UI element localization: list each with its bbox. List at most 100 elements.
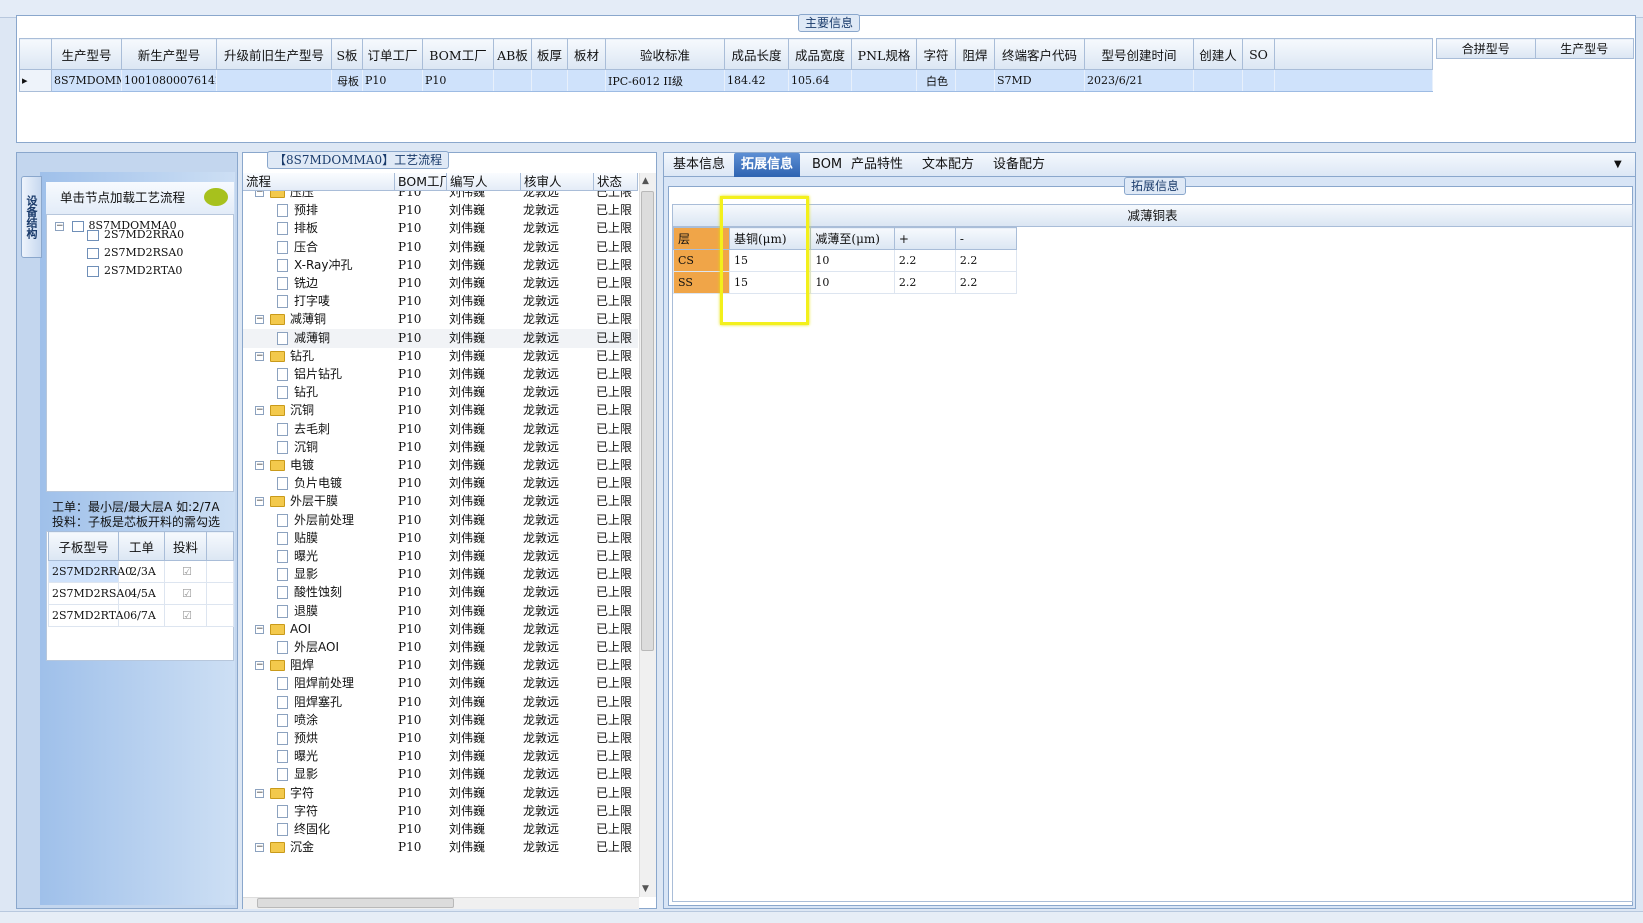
process-name-cell[interactable]: 曝光 [277, 547, 395, 566]
merge-column-header[interactable]: 生产型号 [1534, 38, 1634, 59]
table-cell[interactable] [567, 69, 606, 92]
process-row[interactable]: 打字唛 P10 刘伟巍 龙敦远 已上限 [243, 292, 638, 311]
process-status-cell[interactable]: 已上限 [596, 802, 636, 821]
process-row[interactable]: − 外层干膜 P10 刘伟巍 龙敦远 已上限 [243, 492, 638, 511]
feed-checkbox[interactable]: ☑ [164, 560, 207, 583]
process-row[interactable]: 沉铜 P10 刘伟巍 龙敦远 已上限 [243, 438, 638, 457]
collapse-icon[interactable]: − [255, 461, 264, 470]
process-writer-cell[interactable]: 刘伟巍 [449, 292, 521, 311]
process-row[interactable]: 曝光 P10 刘伟巍 龙敦远 已上限 [243, 747, 638, 766]
process-writer-cell[interactable]: 刘伟巍 [449, 420, 521, 439]
table-cell[interactable] [1242, 69, 1275, 92]
table-cell[interactable]: 2.2 [954, 249, 1018, 272]
process-writer-cell[interactable]: 刘伟巍 [449, 347, 521, 366]
feed-checkbox[interactable]: ☑ [164, 604, 207, 627]
process-reviewer-cell[interactable]: 龙敦远 [523, 802, 593, 821]
process-row[interactable]: X-Ray冲孔 P10 刘伟巍 龙敦远 已上限 [243, 256, 638, 275]
process-bom-cell[interactable]: P10 [398, 729, 448, 748]
process-status-cell[interactable]: 已上限 [596, 238, 636, 257]
column-header-plus[interactable]: + [893, 227, 956, 250]
process-reviewer-cell[interactable]: 龙敦远 [523, 602, 593, 621]
process-bom-cell[interactable]: P10 [398, 583, 448, 602]
scroll-thumb[interactable] [257, 898, 454, 908]
process-bom-cell[interactable]: P10 [398, 765, 448, 784]
process-row[interactable]: − AOI P10 刘伟巍 龙敦远 已上限 [243, 620, 638, 639]
column-header[interactable]: 验收标准 [605, 38, 725, 70]
table-cell[interactable]: 2.2 [893, 271, 956, 294]
process-reviewer-cell[interactable]: 龙敦远 [523, 310, 593, 329]
process-name-cell[interactable]: 显影 [277, 565, 395, 584]
process-status-cell[interactable]: 已上限 [596, 711, 636, 730]
process-name-cell[interactable]: − 字符 [255, 784, 395, 803]
process-bom-cell[interactable]: P10 [398, 784, 448, 803]
process-row[interactable]: 铝片钻孔 P10 刘伟巍 龙敦远 已上限 [243, 365, 638, 384]
process-status-cell[interactable]: 已上限 [596, 474, 636, 493]
table-cell[interactable] [493, 69, 532, 92]
process-writer-cell[interactable]: 刘伟巍 [449, 711, 521, 730]
process-reviewer-cell[interactable]: 龙敦远 [523, 456, 593, 475]
column-header[interactable]: 字符 [916, 38, 956, 70]
process-status-cell[interactable]: 已上限 [596, 492, 636, 511]
process-writer-cell[interactable]: 刘伟巍 [449, 238, 521, 257]
process-row[interactable]: − 沉铜 P10 刘伟巍 龙敦远 已上限 [243, 401, 638, 420]
process-name-cell[interactable]: − AOI [255, 620, 395, 639]
process-status-cell[interactable]: 已上限 [596, 292, 636, 311]
collapse-icon[interactable]: − [255, 351, 264, 361]
column-header[interactable]: 阻焊 [955, 38, 995, 70]
process-bom-cell[interactable]: P10 [398, 693, 448, 712]
table-cell[interactable]: 2.2 [893, 249, 956, 272]
column-header[interactable]: 升级前旧生产型号 [216, 38, 332, 70]
process-writer-cell[interactable]: 刘伟巍 [449, 547, 521, 566]
process-name-cell[interactable]: 退膜 [277, 602, 395, 621]
process-status-cell[interactable]: 已上限 [596, 420, 636, 439]
process-name-cell[interactable]: 阻焊塞孔 [277, 693, 395, 712]
process-name-cell[interactable]: 预烘 [277, 729, 395, 748]
process-row[interactable]: 去毛刺 P10 刘伟巍 龙敦远 已上限 [243, 420, 638, 439]
column-header[interactable]: 生产型号 [51, 38, 122, 70]
tree-child-node[interactable]: 2S7MD2RSA0 [87, 244, 183, 262]
column-header[interactable]: 成品宽度 [788, 38, 852, 70]
collapse-icon[interactable]: − [255, 624, 264, 634]
process-name-cell[interactable]: 外层前处理 [277, 511, 395, 530]
process-writer-cell[interactable]: 刘伟巍 [449, 747, 521, 766]
process-row[interactable]: − 沉金 P10 刘伟巍 龙敦远 已上限 [243, 838, 638, 857]
process-status-cell[interactable]: 已上限 [596, 329, 636, 348]
process-name-cell[interactable]: 曝光 [277, 747, 395, 766]
table-cell[interactable]: IPC-6012 II级 [605, 69, 725, 92]
sub-board-table[interactable]: 子板型号 工单 投料 2S7MD2RRA0 2/3A ☑ 2S7MD2RSA0 4/5A… [48, 531, 234, 627]
column-header[interactable]: 终端客户代码 [994, 38, 1085, 70]
process-reviewer-cell[interactable]: 龙敦远 [523, 547, 593, 566]
process-bom-cell[interactable]: P10 [398, 711, 448, 730]
column-header[interactable]: 板厚 [531, 38, 568, 70]
process-bom-cell[interactable]: P10 [398, 674, 448, 693]
column-header[interactable]: 新生产型号 [121, 38, 217, 70]
collapse-icon[interactable]: − [255, 788, 264, 798]
process-row[interactable]: 铣边 P10 刘伟巍 龙敦远 已上限 [243, 274, 638, 293]
process-reviewer-cell[interactable]: 龙敦远 [523, 511, 593, 530]
process-writer-cell[interactable]: 刘伟巍 [449, 511, 521, 530]
column-header[interactable]: 流程 [243, 173, 395, 190]
merge-column-header[interactable]: 合拼型号 [1436, 38, 1536, 59]
column-header[interactable]: 状态 [594, 173, 638, 190]
table-cell[interactable]: 2S7MD2RRA0 [48, 560, 132, 583]
table-cell[interactable]: 105.64 [788, 69, 852, 92]
table-cell[interactable]: 母板 [331, 69, 363, 92]
process-row[interactable]: − 钻孔 P10 刘伟巍 龙敦远 已上限 [243, 347, 638, 366]
column-header[interactable]: PNL规格 [851, 38, 917, 70]
process-bom-cell[interactable]: P10 [398, 365, 448, 384]
process-row[interactable]: 喷涂 P10 刘伟巍 龙敦远 已上限 [243, 711, 638, 730]
column-header[interactable]: AB板 [493, 38, 532, 70]
process-reviewer-cell[interactable]: 龙敦远 [523, 219, 593, 238]
process-reviewer-cell[interactable]: 龙敦远 [523, 201, 593, 220]
collapse-icon[interactable]: − [255, 497, 264, 507]
column-header[interactable]: BOM工厂 [422, 38, 494, 70]
process-writer-cell[interactable]: 刘伟巍 [449, 256, 521, 275]
tree-child-node[interactable]: 2S7MD2RTA0 [87, 262, 182, 280]
column-header-thin-to[interactable]: 减薄至(μm) [810, 227, 895, 250]
dropdown-arrow-icon[interactable]: ▼ [1614, 153, 1622, 177]
tab-text-recipe[interactable]: 文本配方 [915, 153, 981, 177]
process-reviewer-cell[interactable]: 龙敦远 [523, 420, 593, 439]
column-header[interactable]: 投料 [164, 531, 207, 561]
process-reviewer-cell[interactable]: 龙敦远 [523, 711, 593, 730]
checkbox-icon[interactable] [71, 220, 84, 232]
